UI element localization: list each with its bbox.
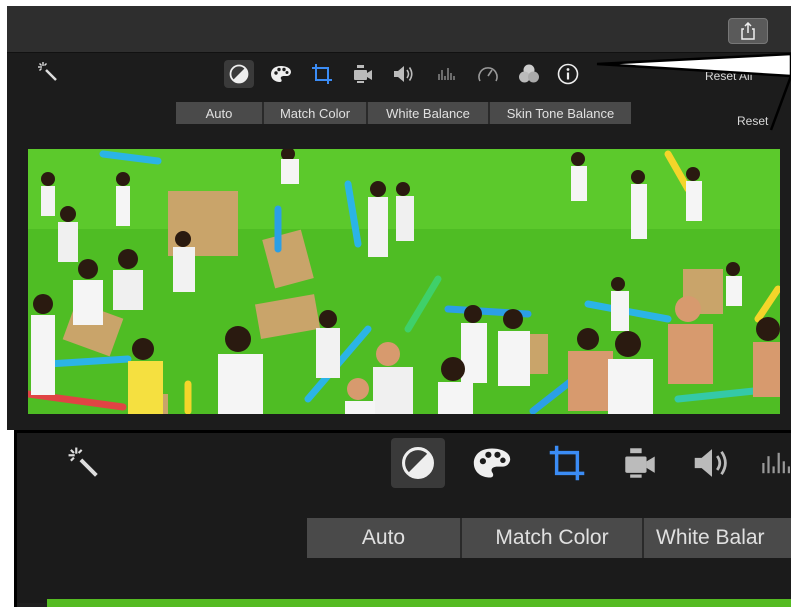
volume-button[interactable] xyxy=(389,60,419,88)
volume-icon xyxy=(394,66,413,82)
filter-button[interactable] xyxy=(514,60,544,88)
zoom-white-balance-button[interactable]: White Balar xyxy=(644,518,791,558)
color-correction-palette-icon xyxy=(473,448,511,478)
share-button[interactable] xyxy=(728,18,768,44)
volume-icon xyxy=(694,449,727,477)
color-balance-icon xyxy=(402,447,434,479)
white-balance-button[interactable]: White Balance xyxy=(368,102,490,124)
equalizer-icon xyxy=(761,452,790,474)
equalizer-button[interactable] xyxy=(432,60,462,88)
stabilization-camera-icon xyxy=(354,65,372,83)
zoom-crop-button[interactable] xyxy=(542,438,592,488)
zoom-color-balance-segmented-control: Auto Match Color White Balar xyxy=(307,518,791,558)
zoom-match-color-button[interactable]: Match Color xyxy=(462,518,644,558)
speed-button[interactable] xyxy=(473,60,503,88)
crop-button[interactable] xyxy=(307,60,337,88)
zoom-equalizer-button[interactable] xyxy=(759,438,791,488)
color-correction-palette-icon xyxy=(271,66,291,82)
color-balance-segmented-control: Auto Match Color White Balance Skin Tone… xyxy=(176,102,631,124)
share-icon xyxy=(741,22,755,40)
stabilization-camera-icon xyxy=(625,448,655,478)
speed-icon xyxy=(478,67,498,82)
color-balance-icon xyxy=(229,64,249,84)
equalizer-icon xyxy=(438,68,455,80)
zoom-volume-button[interactable] xyxy=(687,438,737,488)
callout-pointer xyxy=(596,52,791,131)
auto-button[interactable]: Auto xyxy=(176,102,264,124)
zoom-stabilization-button[interactable] xyxy=(615,438,665,488)
zoom-magic-wand-button[interactable] xyxy=(62,443,106,483)
zoomed-toolbar-panel: Auto Match Color White Balar xyxy=(14,430,791,607)
zoomed-toolbar: Auto Match Color White Balar xyxy=(17,433,791,603)
zoom-color-correction-button[interactable] xyxy=(467,438,517,488)
crop-icon xyxy=(549,445,585,481)
video-frame-image xyxy=(28,149,780,414)
info-icon xyxy=(557,63,579,85)
zoomed-video-edge xyxy=(47,599,791,607)
color-balance-button[interactable] xyxy=(224,60,254,88)
zoom-auto-button[interactable]: Auto xyxy=(307,518,462,558)
crop-icon xyxy=(312,64,332,84)
filter-icon xyxy=(519,64,539,83)
stabilization-button[interactable] xyxy=(348,60,378,88)
title-bar xyxy=(7,6,791,53)
color-correction-button[interactable] xyxy=(266,60,296,88)
info-button[interactable] xyxy=(553,60,583,88)
magic-wand-icon xyxy=(68,447,98,477)
zoom-color-balance-button[interactable] xyxy=(391,438,445,488)
match-color-button[interactable]: Match Color xyxy=(264,102,368,124)
magic-wand-button[interactable] xyxy=(35,59,61,85)
magic-wand-icon xyxy=(38,62,57,81)
video-viewer[interactable] xyxy=(28,149,780,414)
